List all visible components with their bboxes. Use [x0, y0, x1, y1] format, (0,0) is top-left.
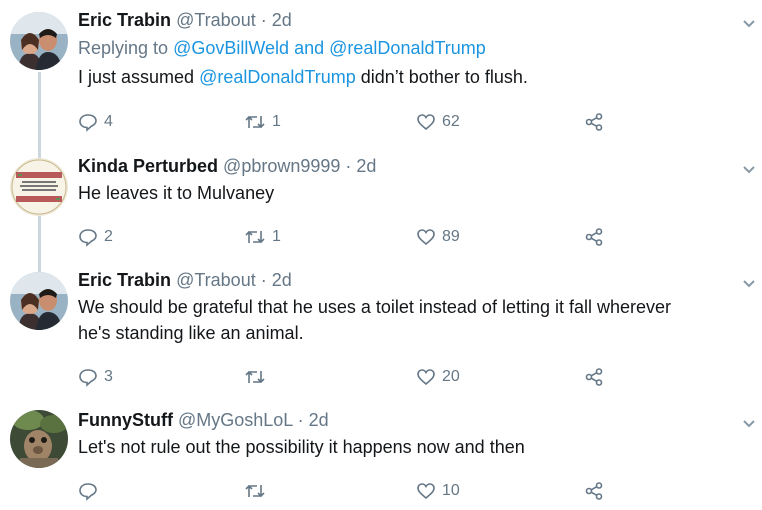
display-name[interactable]: FunnyStuff — [78, 410, 173, 430]
reply-icon — [79, 369, 97, 387]
share-button[interactable] — [584, 112, 604, 132]
reply-count: 3 — [104, 368, 113, 385]
retweet-icon — [245, 370, 265, 384]
reply-button[interactable]: 4 — [78, 112, 113, 132]
retweet-button[interactable] — [244, 481, 272, 501]
display-name[interactable]: Eric Trabin — [78, 270, 171, 290]
retweet-icon — [245, 230, 265, 244]
tweet[interactable]: Kinda Perturbed @pbrown9999 · 2d He leav… — [0, 150, 762, 260]
timestamp[interactable]: · 2d — [298, 410, 329, 430]
mention-link[interactable]: @realDonaldTrump — [329, 38, 486, 58]
display-name[interactable]: Eric Trabin — [78, 10, 171, 30]
avatar[interactable] — [10, 12, 68, 70]
tweet-text: I just assumed @realDonaldTrump didn’t b… — [78, 64, 738, 90]
replying-prefix: Replying to — [78, 38, 169, 58]
share-icon — [585, 113, 603, 131]
tweet-text: Let's not rule out the possibility it ha… — [78, 437, 525, 457]
share-button[interactable] — [584, 367, 604, 387]
tweet-text: He leaves it to Mulvaney — [78, 183, 275, 203]
heart-icon — [417, 114, 435, 131]
mention-link[interactable]: @realDonaldTrump — [199, 67, 356, 87]
text-line: We should be grateful that he uses a toi… — [78, 297, 672, 317]
tweet[interactable]: Eric Trabin @Trabout · 2d Replying to @G… — [0, 0, 762, 150]
retweet-button[interactable]: 1 — [244, 227, 281, 247]
avatar[interactable] — [10, 158, 68, 216]
text-segment: didn’t bother to flush. — [360, 67, 528, 87]
like-count: 20 — [442, 368, 460, 385]
retweet-button[interactable]: 1 — [244, 112, 281, 132]
like-count: 89 — [442, 228, 460, 245]
heart-icon — [417, 229, 435, 246]
text-line: he's standing like an animal. — [78, 323, 304, 343]
reply-button[interactable]: 3 — [78, 367, 113, 387]
reply-button[interactable] — [78, 481, 104, 501]
timestamp[interactable]: · 2d — [261, 10, 292, 30]
tweet[interactable]: FunnyStuff @MyGoshLoL · 2d Let's not rul… — [0, 400, 762, 510]
user-handle[interactable]: @Trabout — [176, 10, 256, 30]
timestamp[interactable]: · 2d — [345, 156, 376, 176]
avatar[interactable] — [10, 272, 68, 330]
retweet-icon — [245, 484, 265, 498]
chevron-down-icon[interactable] — [742, 162, 756, 176]
share-icon — [585, 482, 603, 500]
share-button[interactable] — [584, 481, 604, 501]
heart-icon — [417, 483, 435, 500]
text-segment: I just assumed — [78, 67, 195, 87]
like-button[interactable]: 10 — [416, 481, 460, 501]
timestamp[interactable]: · 2d — [261, 270, 292, 290]
retweet-count: 1 — [272, 113, 281, 130]
reply-icon — [79, 483, 97, 501]
like-count: 10 — [442, 482, 460, 499]
retweet-button[interactable] — [244, 367, 272, 387]
mention-link[interactable]: @GovBillWeld — [173, 38, 289, 58]
replying-and: and — [294, 38, 325, 58]
chevron-down-icon[interactable] — [742, 276, 756, 290]
display-name[interactable]: Kinda Perturbed — [78, 156, 218, 176]
user-handle[interactable]: @Trabout — [176, 270, 256, 290]
reply-icon — [79, 229, 97, 247]
reply-button[interactable]: 2 — [78, 227, 113, 247]
chevron-down-icon[interactable] — [742, 416, 756, 430]
share-button[interactable] — [584, 227, 604, 247]
tweet[interactable]: Eric Trabin @Trabout · 2d We should be g… — [0, 260, 762, 400]
user-handle[interactable]: @pbrown9999 — [223, 156, 340, 176]
reply-icon — [79, 114, 97, 132]
avatar[interactable] — [10, 410, 68, 468]
share-icon — [585, 228, 603, 246]
heart-icon — [417, 369, 435, 386]
tweet-text: We should be grateful that he uses a toi… — [78, 294, 738, 346]
retweet-count: 1 — [272, 228, 281, 245]
share-icon — [585, 368, 603, 386]
like-button[interactable]: 89 — [416, 227, 460, 247]
reply-count: 2 — [104, 228, 113, 245]
like-button[interactable]: 62 — [416, 112, 460, 132]
retweet-icon — [245, 115, 265, 129]
user-handle[interactable]: @MyGoshLoL — [178, 410, 293, 430]
like-count: 62 — [442, 113, 460, 130]
like-button[interactable]: 20 — [416, 367, 460, 387]
chevron-down-icon[interactable] — [742, 16, 756, 30]
replying-to: Replying to @GovBillWeld and @realDonald… — [78, 38, 486, 59]
reply-count: 4 — [104, 113, 113, 130]
